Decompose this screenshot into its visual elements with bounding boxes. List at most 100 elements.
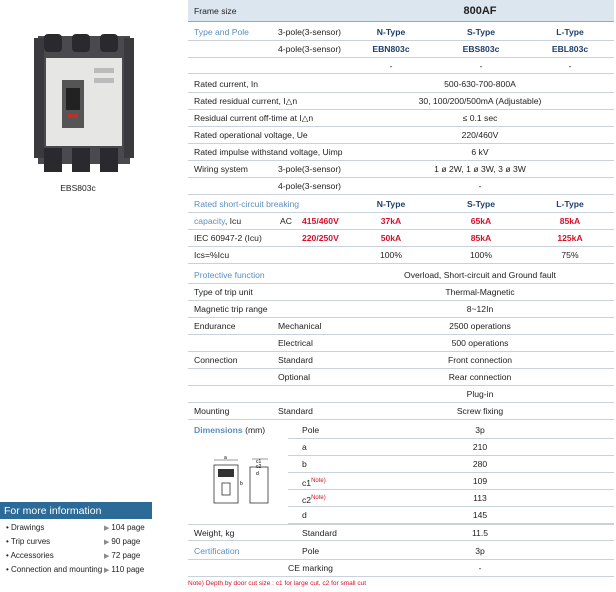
voltage-415: 415/460V bbox=[302, 216, 339, 226]
connection-std-value: Front connection bbox=[447, 355, 512, 365]
endurance-label: Endurance bbox=[194, 321, 236, 331]
rated-current-row: Rated current, In 500-630-700-800A bbox=[188, 76, 614, 93]
dimensions-unit: (mm) bbox=[245, 425, 266, 435]
pole-4-label: 4-pole(3-sensor) bbox=[278, 44, 342, 54]
weight-value: 11.5 bbox=[471, 528, 489, 538]
dim-value: 145 bbox=[472, 510, 488, 520]
info-item-page: 72 page bbox=[111, 551, 141, 560]
dim-value: 3p bbox=[475, 425, 485, 435]
type-n: N-Type bbox=[376, 27, 406, 37]
connection-row-1: Connection Standard Front connection bbox=[188, 352, 614, 369]
ics-n: 100% bbox=[380, 250, 402, 260]
endurance-row-1: Endurance Mechanical 2500 operations bbox=[188, 318, 614, 335]
drawing-label-d: d bbox=[256, 471, 259, 477]
protective-row: Protective function Overload, Short-circ… bbox=[188, 267, 614, 284]
protective-label: Protective function bbox=[194, 270, 265, 280]
offtime-label: Residual current off-time at I△n bbox=[194, 113, 314, 123]
left-panel: EBS803c For more information • Drawings ▶… bbox=[0, 0, 188, 592]
dimensions-label: Dimensions bbox=[194, 425, 243, 435]
voltage-row: Rated operational voltage, Ue 220/460V bbox=[188, 127, 614, 144]
dim-key: c1 bbox=[302, 477, 312, 488]
mechanical-value: 2500 operations bbox=[449, 321, 511, 331]
frame-size-value: 800AF bbox=[346, 0, 614, 21]
icu-label: , Icu bbox=[224, 216, 242, 226]
dim-row-c1: c1Note) 109 bbox=[288, 473, 614, 490]
mounting-row: Mounting Standard Screw fixing bbox=[188, 403, 614, 420]
frame-size-label: Frame size bbox=[188, 0, 346, 21]
sc-r1-n: 37kA bbox=[380, 216, 402, 226]
triangle-right-icon: ▶ bbox=[104, 553, 110, 560]
ics-s: 100% bbox=[470, 250, 492, 260]
ac-label: AC bbox=[280, 216, 292, 226]
type-pole-row-1: Type and Pole 3-pole(3-sensor) N-Type S-… bbox=[188, 24, 614, 41]
connection-opt-value: Rear connection bbox=[448, 372, 512, 382]
type-pole-label: Type and Pole bbox=[194, 27, 249, 37]
dim-key: d bbox=[302, 510, 307, 520]
magnetic-label: Magnetic trip range bbox=[194, 304, 268, 314]
rated-current-value: 500-630-700-800A bbox=[444, 79, 516, 89]
footnote: Note) Depth by door cut size : c1 for la… bbox=[188, 580, 367, 587]
info-item-trip-curves[interactable]: • Trip curves ▶ 90 page bbox=[0, 535, 152, 549]
capacity-label: capacity bbox=[194, 216, 225, 226]
info-item-page: 110 page bbox=[111, 565, 145, 574]
dim-key: c2 bbox=[302, 494, 312, 505]
offtime-row: Residual current off-time at I△n ≤ 0.1 s… bbox=[188, 110, 614, 127]
voltage-220: 220/250V bbox=[302, 233, 339, 243]
note-marker: Note) bbox=[311, 478, 326, 484]
iec-label: IEC 60947-2 (Icu) bbox=[194, 233, 262, 243]
info-item-drawings[interactable]: • Drawings ▶ 104 page bbox=[0, 521, 152, 535]
magnetic-value: 8~12In bbox=[466, 304, 494, 314]
cert-pole-label: Pole bbox=[302, 546, 320, 556]
weight-row: Weight, kg Standard 11.5 bbox=[188, 524, 614, 541]
connection-opt: Optional bbox=[278, 372, 311, 382]
drawing-label-b: b bbox=[240, 481, 243, 487]
info-item-label: • Drawings bbox=[6, 523, 45, 532]
wiring-row-2: 4-pole(3-sensor) - bbox=[188, 178, 614, 195]
impulse-value: 6 kV bbox=[471, 147, 489, 157]
frame-size-row: Frame size 800AF bbox=[188, 0, 614, 22]
dim-key: Pole bbox=[302, 425, 320, 435]
electrical-label: Electrical bbox=[278, 338, 313, 348]
magnetic-row: Magnetic trip range 8~12In bbox=[188, 301, 614, 318]
connection-label: Connection bbox=[194, 355, 238, 365]
dim-row-a: a 210 bbox=[288, 439, 614, 456]
impulse-row: Rated impulse withstand voltage, Uimp 6 … bbox=[188, 144, 614, 161]
residual-current-value: 30, 100/200/500mA (Adjustable) bbox=[418, 96, 542, 106]
wiring-v3: 1 ø 2W, 1 ø 3W, 3 ø 3W bbox=[434, 164, 526, 174]
ics-l: 75% bbox=[561, 250, 579, 260]
info-item-label: • Trip curves bbox=[6, 537, 51, 546]
mechanical-label: Mechanical bbox=[278, 321, 322, 331]
impulse-label: Rated impulse withstand voltage, Uimp bbox=[194, 147, 343, 157]
wiring-label: Wiring system bbox=[194, 164, 248, 174]
product-label: EBS803c bbox=[60, 183, 96, 193]
triangle-right-icon: ▶ bbox=[104, 567, 110, 574]
weight-std: Standard bbox=[302, 528, 337, 538]
dim-value: 210 bbox=[472, 442, 488, 452]
dim-value: 113 bbox=[473, 493, 487, 503]
breaker-product-image bbox=[34, 34, 134, 172]
dim-row-c2: c2Note) 113 bbox=[288, 490, 614, 507]
certification-row-1: Certification Pole 3p bbox=[188, 543, 614, 560]
voltage-label: Rated operational voltage, Ue bbox=[194, 130, 308, 140]
ics-row: Ics=%Icu 100% 100% 75% bbox=[188, 247, 614, 264]
short-circuit-row-1: Rated short-circuit breaking N-Type S-Ty… bbox=[188, 196, 614, 213]
connection-std: Standard bbox=[278, 355, 313, 365]
wiring-v4: - bbox=[478, 181, 482, 191]
pole-3-label: 3-pole(3-sensor) bbox=[278, 27, 342, 37]
cert-pole-value: 3p bbox=[475, 546, 485, 556]
sc-r1-s: 65kA bbox=[470, 216, 492, 226]
drawing-label-a: a bbox=[224, 455, 227, 461]
drawing-label-c2: c2 bbox=[256, 464, 262, 470]
mounting-std: Standard bbox=[278, 406, 313, 416]
info-item-accessories[interactable]: • Accessories ▶ 72 page bbox=[0, 549, 152, 563]
dim-key: b bbox=[302, 459, 307, 469]
mounting-value: Screw fixing bbox=[456, 406, 504, 416]
rated-current-label: Rated current, In bbox=[194, 79, 259, 89]
residual-current-row: Rated residual current, I△n 30, 100/200/… bbox=[188, 93, 614, 110]
offtime-value: ≤ 0.1 sec bbox=[462, 113, 498, 123]
ce-value: - bbox=[478, 563, 482, 573]
info-item-connection[interactable]: • Connection and mounting ▶ 110 page bbox=[0, 563, 152, 577]
connection-row-3: Plug-in bbox=[188, 386, 614, 403]
connection-opt-value-2: Plug-in bbox=[466, 389, 494, 399]
info-item-label: • Accessories bbox=[6, 551, 54, 560]
